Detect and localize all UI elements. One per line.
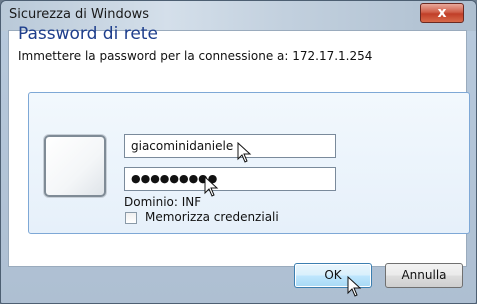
mouse-pointer-icon xyxy=(204,176,219,197)
mouse-pointer-icon xyxy=(237,142,252,163)
close-icon: x xyxy=(437,5,447,21)
username-input[interactable]: giacominidaniele xyxy=(124,134,336,158)
password-input[interactable]: ●●●●●●●●● xyxy=(124,167,336,191)
dialog-subtitle: Immettere la password per la connessione… xyxy=(18,49,373,63)
remember-credentials-checkbox[interactable] xyxy=(125,212,137,224)
dialog-heading: Password di rete xyxy=(18,24,158,44)
cancel-button[interactable]: Annulla xyxy=(385,263,463,288)
remember-credentials-label[interactable]: Memorizza credenziali xyxy=(145,210,279,224)
close-button[interactable]: x xyxy=(420,3,464,23)
domain-label: Dominio: INF xyxy=(124,195,202,209)
window-title: Sicurezza di Windows xyxy=(9,7,150,22)
user-tile-icon xyxy=(44,135,106,197)
mouse-pointer-icon xyxy=(347,276,362,297)
